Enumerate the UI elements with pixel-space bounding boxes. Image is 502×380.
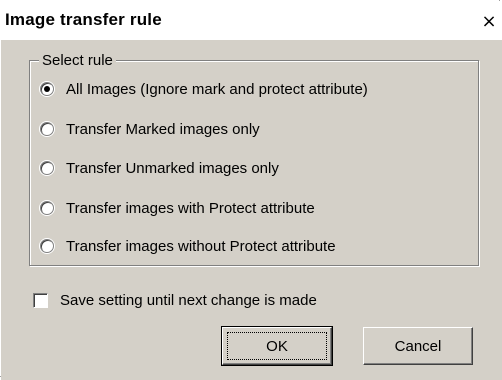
radio-button[interactable] <box>40 161 54 175</box>
select-rule-legend: Select rule <box>39 52 116 69</box>
save-setting-checkbox[interactable] <box>33 292 48 308</box>
ok-button[interactable]: OK <box>221 326 333 366</box>
radio-unmarked-only[interactable]: Transfer Unmarked images only <box>40 157 279 179</box>
radio-label: Transfer images with Protect attribute <box>66 199 315 217</box>
radio-label: Transfer images without Protect attribut… <box>66 237 336 255</box>
dialog-content: Select rule All Images (Ignore mark and … <box>1 40 502 380</box>
ok-button-label: OK <box>266 337 288 355</box>
radio-button[interactable] <box>40 239 54 253</box>
radio-with-protect[interactable]: Transfer images with Protect attribute <box>40 197 315 219</box>
title-bar: Image transfer rule × <box>1 1 502 40</box>
radio-button[interactable] <box>40 201 54 215</box>
save-setting-checkbox-row[interactable]: Save setting until next change is made <box>33 289 317 311</box>
save-setting-label: Save setting until next change is made <box>60 291 317 309</box>
image-transfer-rule-dialog: Image transfer rule × Select rule All Im… <box>0 0 502 380</box>
radio-label: Transfer Marked images only <box>66 120 260 138</box>
radio-all-images[interactable]: All Images (Ignore mark and protect attr… <box>40 78 368 100</box>
radio-marked-only[interactable]: Transfer Marked images only <box>40 118 260 140</box>
cancel-button-label: Cancel <box>394 337 442 355</box>
radio-label: Transfer Unmarked images only <box>66 159 279 177</box>
close-icon[interactable]: × <box>479 12 499 32</box>
radio-without-protect[interactable]: Transfer images without Protect attribut… <box>40 235 336 257</box>
radio-button[interactable] <box>40 122 54 136</box>
radio-label: All Images (Ignore mark and protect attr… <box>66 80 368 98</box>
radio-button[interactable] <box>40 82 54 96</box>
cancel-button[interactable]: Cancel <box>363 327 473 365</box>
dialog-title: Image transfer rule <box>5 10 162 29</box>
